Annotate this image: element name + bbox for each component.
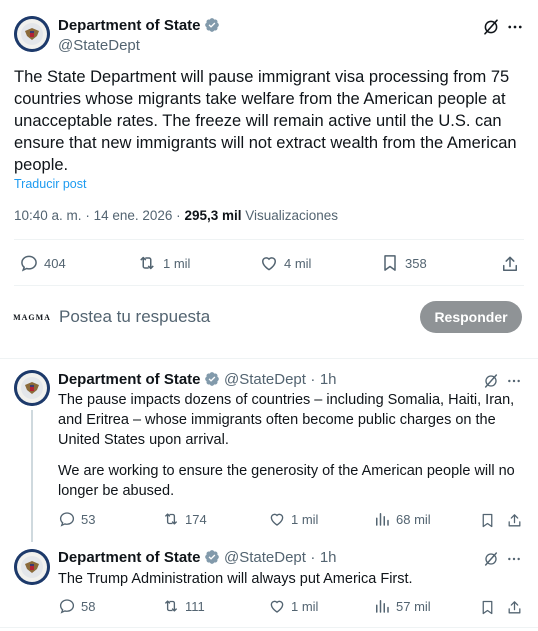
- verified-badge-icon: [204, 371, 220, 392]
- author-name[interactable]: Department of State: [58, 17, 220, 37]
- reply-author-name[interactable]: Department of State: [58, 371, 201, 388]
- views-action[interactable]: 57 mil: [373, 597, 431, 615]
- translate-post-link[interactable]: Traducir post: [14, 177, 86, 191]
- more-options-icon[interactable]: [504, 549, 524, 569]
- views-label: Visualizaciones: [245, 208, 339, 223]
- reply-action[interactable]: 58: [58, 597, 95, 615]
- grok-icon[interactable]: [481, 549, 501, 569]
- reply-text: The Trump Administration will always put…: [58, 571, 413, 587]
- divider: [0, 627, 538, 628]
- verified-badge-icon: [204, 549, 220, 570]
- reply-action[interactable]: 404: [19, 253, 66, 273]
- reply-text: We are working to ensure the generosity …: [58, 463, 515, 499]
- more-options-icon[interactable]: [504, 16, 526, 38]
- author-avatar[interactable]: [14, 16, 50, 52]
- reply-time[interactable]: 1h: [320, 549, 337, 566]
- reply-header: Department of State @StateDept · 1h: [58, 371, 337, 392]
- bookmark-action[interactable]: 358: [380, 253, 427, 273]
- views-count: 295,3 mil: [184, 208, 242, 223]
- heart-icon: [270, 600, 284, 613]
- reply-author-handle[interactable]: @StateDept: [224, 549, 306, 566]
- analytics-icon: [376, 513, 389, 526]
- reply-avatar[interactable]: [14, 549, 50, 585]
- reply-icon: [21, 255, 37, 272]
- post-text: The State Department will pause immigran…: [14, 68, 517, 174]
- reply-icon: [59, 599, 75, 614]
- share-icon[interactable]: [504, 510, 524, 530]
- reply-button[interactable]: Responder: [420, 301, 522, 333]
- repost-action[interactable]: 111: [162, 597, 205, 615]
- reply-avatar[interactable]: [14, 370, 50, 406]
- post-time[interactable]: 10:40 a. m.: [14, 208, 82, 223]
- reply-author-name[interactable]: Department of State: [58, 549, 201, 566]
- bookmark-icon[interactable]: [477, 510, 497, 530]
- reply-header: Department of State @StateDept · 1h: [58, 549, 337, 570]
- heart-icon: [261, 257, 277, 271]
- share-icon[interactable]: [504, 597, 524, 617]
- divider: [14, 285, 524, 286]
- like-action[interactable]: 1 mil: [268, 597, 318, 615]
- grok-icon[interactable]: [480, 16, 502, 38]
- bookmark-icon[interactable]: [477, 597, 497, 617]
- author-handle[interactable]: @StateDept: [58, 37, 140, 54]
- like-action[interactable]: 4 mil: [259, 253, 311, 273]
- reply-input[interactable]: Postea tu respuesta: [59, 307, 399, 327]
- divider: [14, 239, 524, 240]
- repost-icon: [164, 513, 178, 525]
- reply-time[interactable]: 1h: [320, 371, 337, 388]
- analytics-icon: [376, 600, 389, 613]
- views-action[interactable]: 68 mil: [373, 510, 431, 528]
- composer-avatar-logo: MAGMA: [13, 312, 51, 322]
- divider: [0, 358, 538, 359]
- post-meta: 10:40 a. m. · 14 ene. 2026 · 295,3 mil V…: [14, 208, 339, 223]
- post-date[interactable]: 14 ene. 2026: [94, 208, 173, 223]
- more-options-icon[interactable]: [504, 371, 524, 391]
- reply-author-handle[interactable]: @StateDept: [224, 371, 306, 388]
- repost-action[interactable]: 1 mil: [136, 253, 190, 273]
- repost-icon: [164, 600, 178, 612]
- grok-icon[interactable]: [481, 371, 501, 391]
- bookmark-icon: [384, 255, 396, 271]
- like-action[interactable]: 1 mil: [268, 510, 318, 528]
- repost-icon: [140, 256, 154, 270]
- reply-text: The pause impacts dozens of countries – …: [58, 392, 515, 448]
- repost-action[interactable]: 174: [162, 510, 207, 528]
- verified-badge-icon: [204, 17, 220, 37]
- thread-line: [31, 410, 33, 542]
- reply-action[interactable]: 53: [58, 510, 95, 528]
- reply-icon: [59, 512, 75, 527]
- composer-avatar: MAGMA: [13, 302, 51, 332]
- share-icon[interactable]: [499, 253, 521, 275]
- heart-icon: [270, 513, 284, 526]
